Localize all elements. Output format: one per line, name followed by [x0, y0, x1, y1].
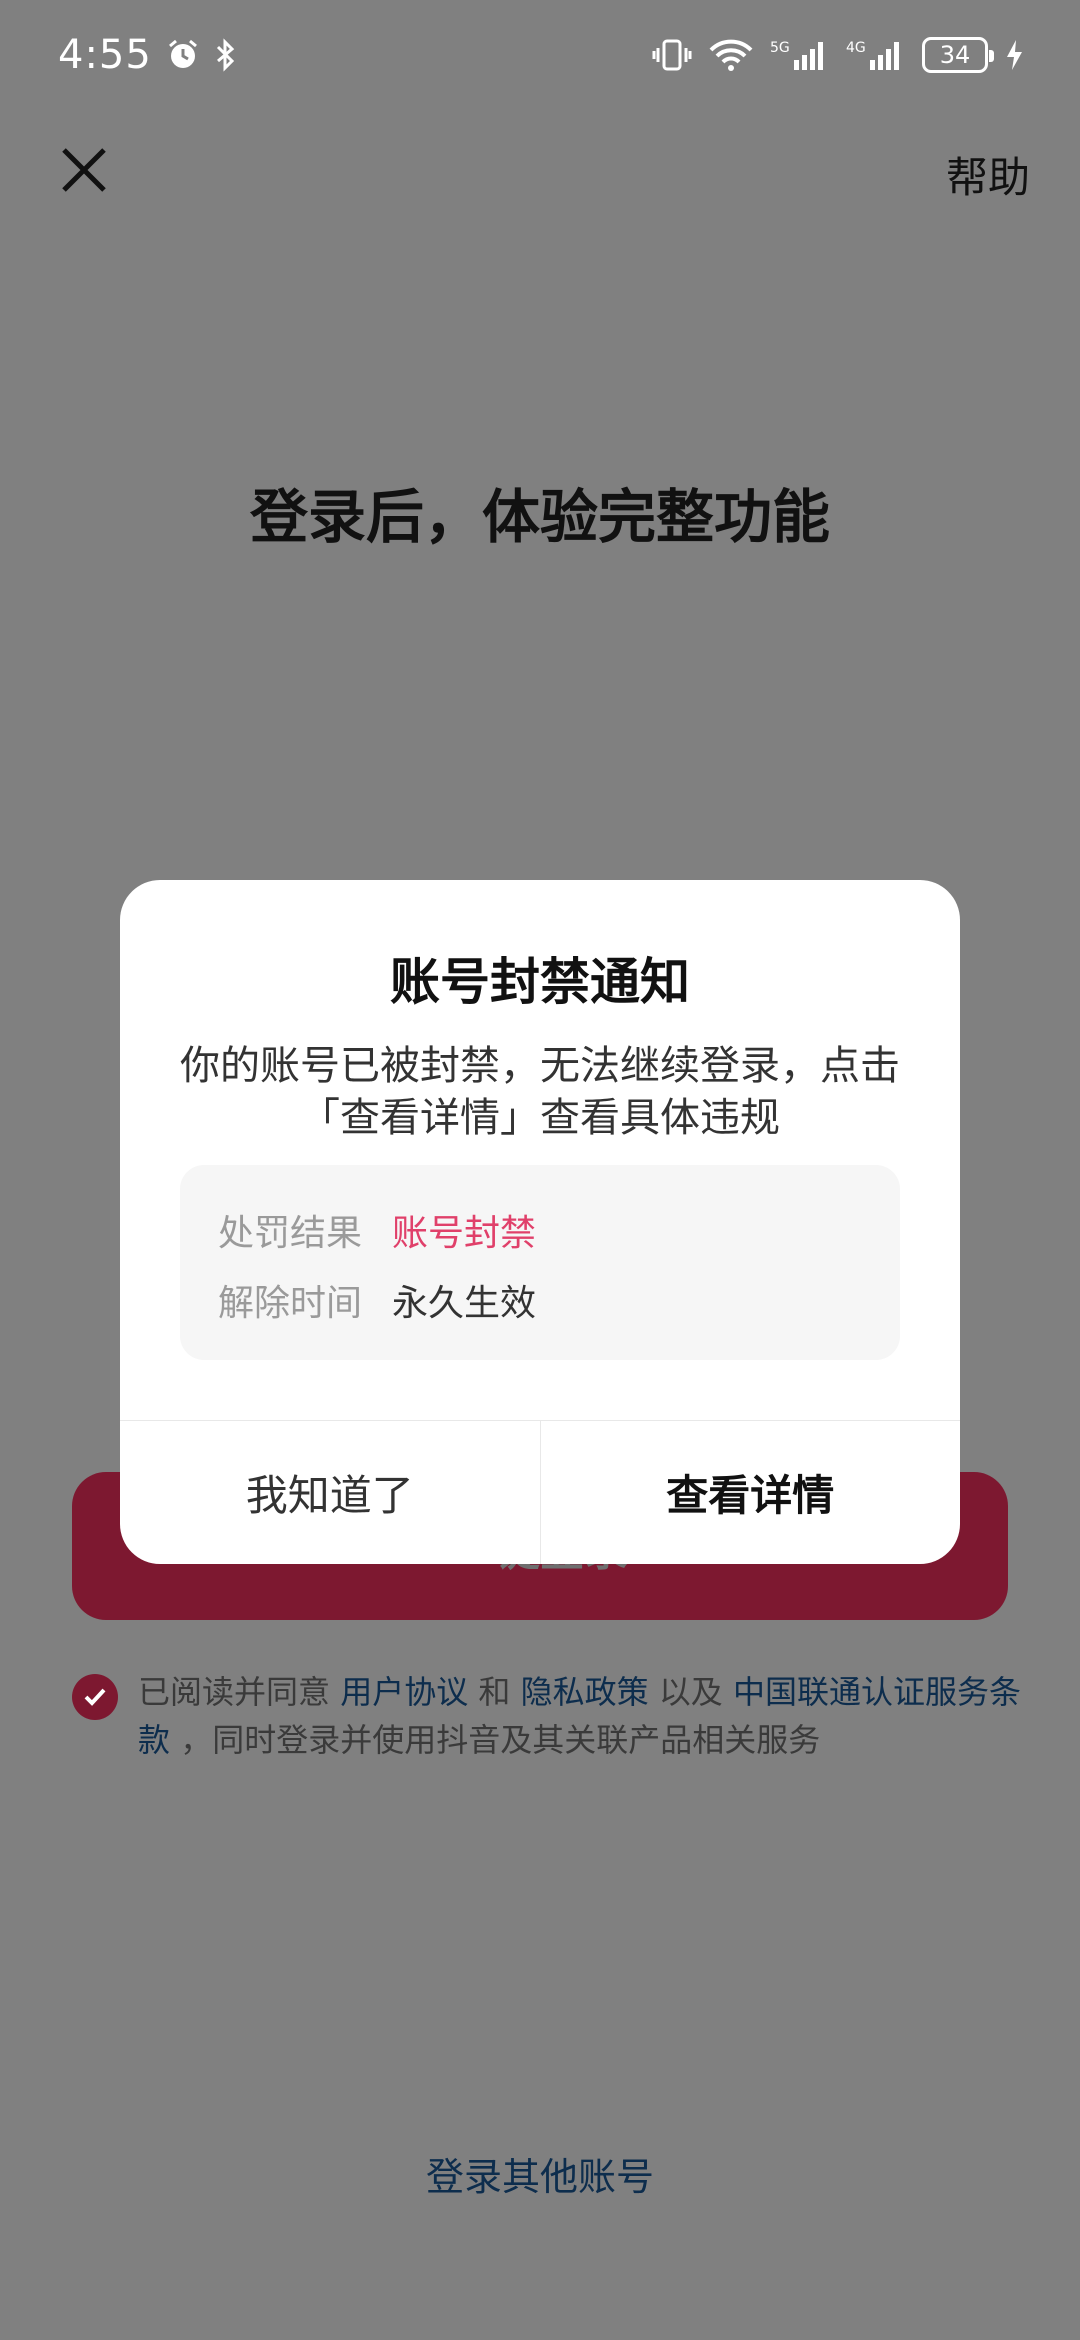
- 4g-signal-icon: 4G: [846, 38, 906, 72]
- check-icon: [84, 1688, 106, 1706]
- battery-level: 34: [939, 41, 971, 69]
- release-time-row: 解除时间 永久生效: [218, 1265, 862, 1335]
- bluetooth-icon: [214, 38, 238, 72]
- privacy-policy-link[interactable]: 隐私政策: [521, 1673, 649, 1711]
- status-time: 4:55: [58, 32, 152, 78]
- agreement-prefix: 已阅读并同意: [138, 1673, 341, 1711]
- svg-text:4G: 4G: [846, 40, 866, 56]
- help-link[interactable]: 帮助: [946, 144, 1030, 205]
- close-icon: [62, 148, 106, 192]
- wifi-icon: [708, 38, 754, 72]
- agreement-suffix: ，同时登录并使用抖音及其关联产品相关服务: [170, 1721, 821, 1759]
- agreement-as-well-as: 以及: [648, 1673, 733, 1711]
- status-bar: 4:55 5G 4G 34: [0, 0, 1080, 110]
- dismiss-button[interactable]: 我知道了: [120, 1421, 541, 1564]
- agreement-and: 和: [468, 1673, 521, 1711]
- status-right: 5G 4G 34: [652, 37, 1024, 73]
- user-agreement-link[interactable]: 用户协议: [340, 1673, 468, 1711]
- close-button[interactable]: [54, 140, 114, 200]
- dialog-title: 账号封禁通知: [390, 953, 690, 1011]
- 5g-signal-icon: 5G: [770, 38, 830, 72]
- alarm-icon: [166, 38, 200, 72]
- dialog-actions: 我知道了 查看详情: [120, 1420, 960, 1564]
- agreement-text: 已阅读并同意 用户协议 和 隐私政策 以及 中国联通认证服务条款 ，同时登录并使…: [138, 1668, 1022, 1764]
- status-left: 4:55: [58, 32, 238, 78]
- penalty-info-box: 处罚结果 账号封禁 解除时间 永久生效: [180, 1165, 900, 1360]
- penalty-result-value: 账号封禁: [392, 1213, 537, 1254]
- page-headline: 登录后，体验完整功能: [249, 483, 830, 551]
- penalty-result-label: 处罚结果: [218, 1213, 363, 1254]
- agreement-checkbox[interactable]: [72, 1674, 118, 1720]
- vibrate-icon: [652, 38, 692, 72]
- penalty-result-row: 处罚结果 账号封禁: [218, 1195, 862, 1265]
- other-account-login-link[interactable]: 登录其他账号: [0, 2146, 1080, 2201]
- agreement-row: 已阅读并同意 用户协议 和 隐私政策 以及 中国联通认证服务条款 ，同时登录并使…: [72, 1668, 1022, 1764]
- svg-text:5G: 5G: [770, 40, 790, 56]
- battery-icon: 34: [922, 37, 994, 73]
- release-time-label: 解除时间: [218, 1283, 363, 1324]
- release-time-value: 永久生效: [392, 1283, 537, 1324]
- ban-notice-dialog: 账号封禁通知 你的账号已被封禁，无法继续登录，点击「查看详情」查看具体违规 处罚…: [120, 880, 960, 1564]
- dialog-description: 你的账号已被封禁，无法继续登录，点击「查看详情」查看具体违规: [180, 1043, 900, 1141]
- view-details-button[interactable]: 查看详情: [541, 1421, 961, 1564]
- charging-icon: [1004, 38, 1024, 72]
